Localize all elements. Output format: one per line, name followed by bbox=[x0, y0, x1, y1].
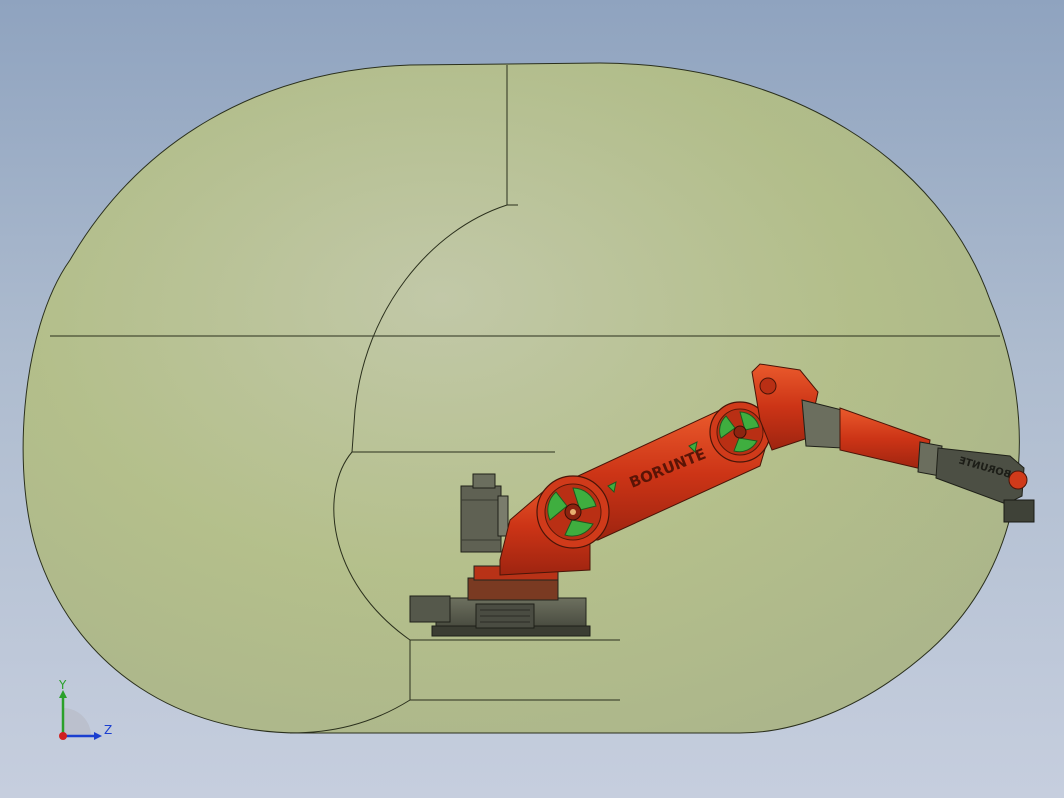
origin-icon bbox=[59, 732, 67, 740]
shoulder-joint[interactable] bbox=[536, 475, 610, 549]
z-axis-arrow-icon bbox=[94, 732, 102, 740]
cad-viewport[interactable]: BORUNTE BORUNTE Y Z bbox=[0, 0, 1064, 798]
axis-triad[interactable]: Y Z bbox=[48, 678, 118, 748]
cad-scene: BORUNTE BORUNTE bbox=[22, 62, 1035, 734]
y-axis-label: Y bbox=[58, 678, 67, 692]
z-axis-label: Z bbox=[104, 723, 112, 737]
robot-motor[interactable] bbox=[460, 473, 509, 553]
